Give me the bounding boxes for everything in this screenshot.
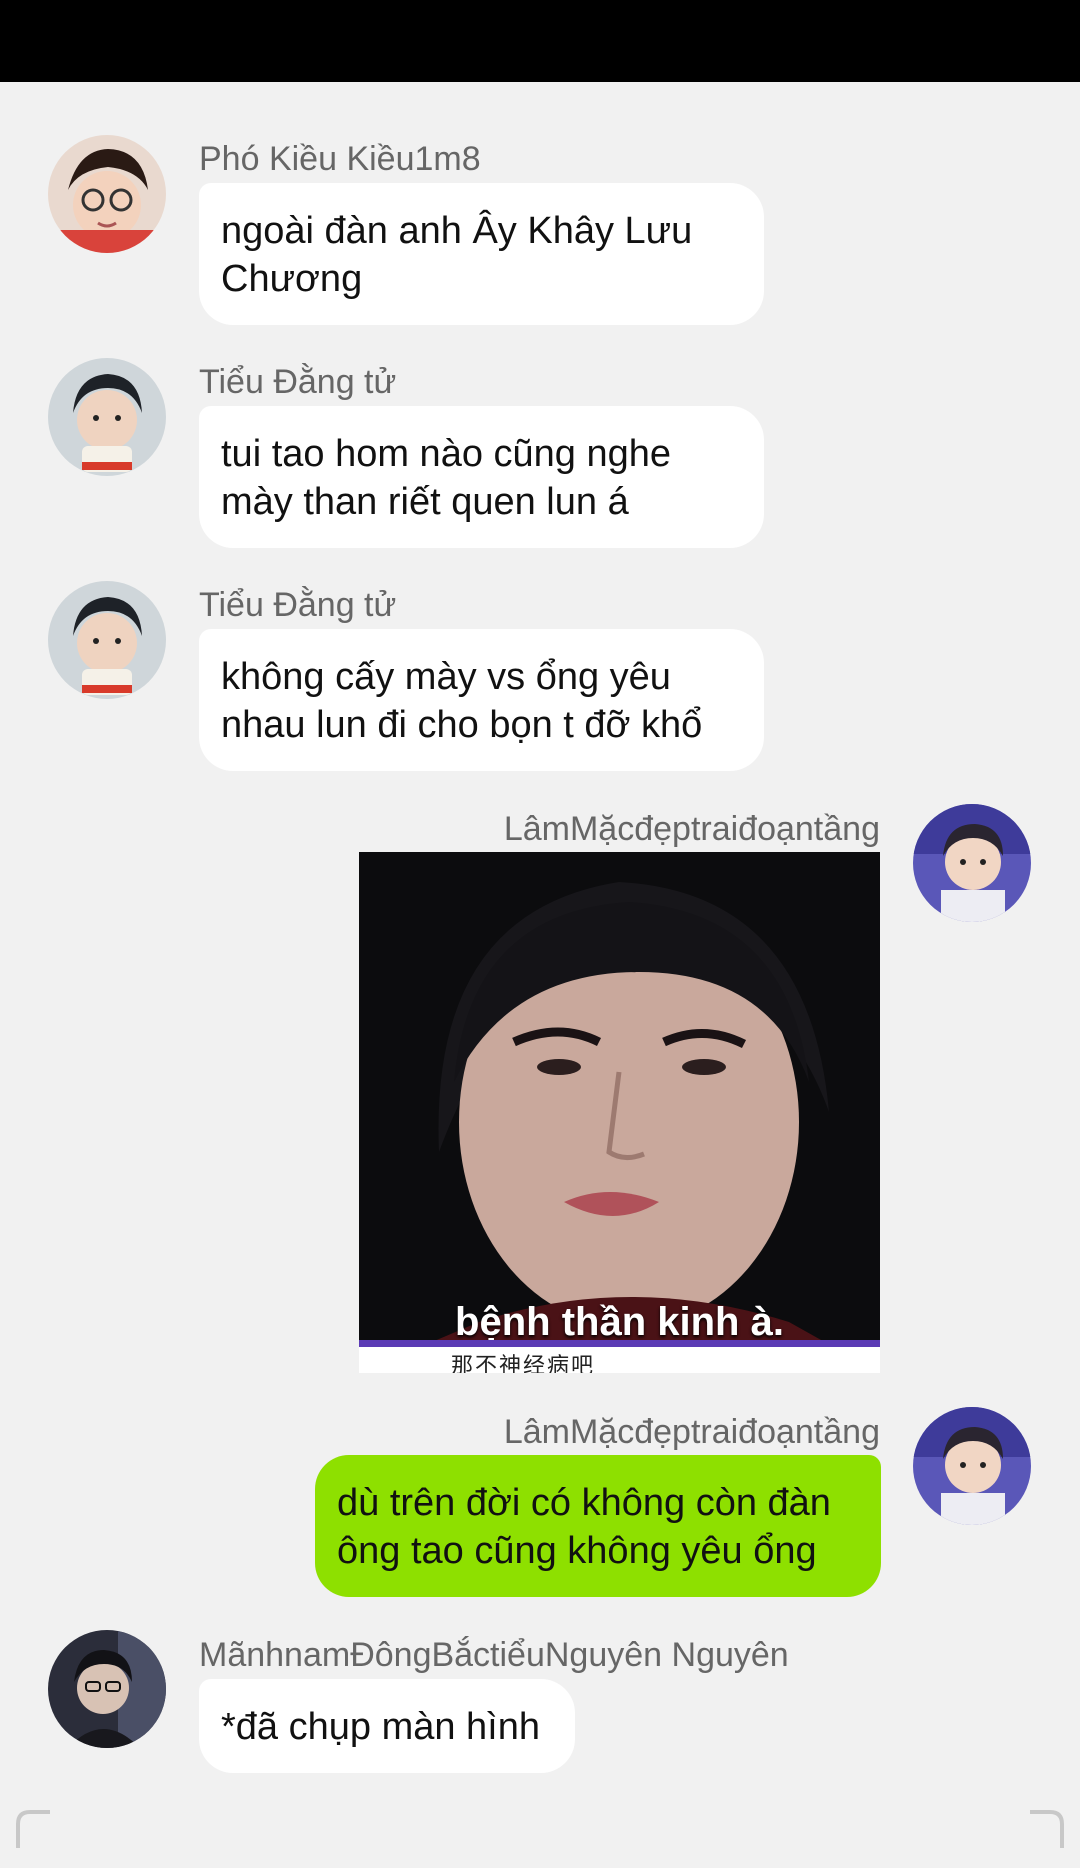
avatar[interactable] xyxy=(48,1630,166,1748)
image-caption: bệnh thần kinh à. xyxy=(455,1300,784,1344)
image-message[interactable]: bệnh thần kinh à. 那不神经病吧 xyxy=(359,852,880,1373)
image-caption-cn: 那不神经病吧 xyxy=(451,1353,596,1373)
sender-name: LâmMặcđẹptraiđoạntầng xyxy=(503,810,880,848)
avatar-boy-cup-icon xyxy=(48,581,166,699)
message-bubble-outgoing[interactable]: dù trên đời có không còn đàn ông tao cũn… xyxy=(315,1455,881,1597)
sender-name: Tiểu Đằng tử xyxy=(199,363,397,401)
corner-bracket-icon xyxy=(16,1810,50,1848)
sender-name: MãnhnamĐôngBắctiểuNguyên Nguyên xyxy=(199,1636,789,1674)
meme-photo-icon xyxy=(359,852,880,1373)
message-bubble[interactable]: ngoài đàn anh Ây Khây Lưu Chương xyxy=(199,183,764,325)
caption-bar xyxy=(359,1347,880,1373)
avatar[interactable] xyxy=(913,804,1031,922)
avatar[interactable] xyxy=(48,581,166,699)
avatar[interactable] xyxy=(913,1407,1031,1525)
sender-name: Phó Kiều Kiều1m8 xyxy=(199,140,481,178)
avatar-boy-dark-icon xyxy=(48,1630,166,1748)
avatar[interactable] xyxy=(48,358,166,476)
avatar-boy-purple-icon xyxy=(913,804,1031,922)
avatar-glasses-boy-icon xyxy=(48,135,166,253)
sender-name: Tiểu Đằng tử xyxy=(199,586,397,624)
corner-bracket-icon xyxy=(1030,1810,1064,1848)
message-bubble[interactable]: tui tao hom nào cũng nghe mày than riết … xyxy=(199,406,764,548)
status-bar xyxy=(0,0,1080,82)
message-bubble[interactable]: không cấy mày vs ổng yêu nhau lun đi cho… xyxy=(199,629,764,771)
avatar-boy-cup-icon xyxy=(48,358,166,476)
avatar-boy-purple-icon xyxy=(913,1407,1031,1525)
sender-name: LâmMặcđẹptraiđoạntầng xyxy=(503,1413,880,1451)
message-bubble[interactable]: *đã chụp màn hình xyxy=(199,1679,575,1773)
avatar[interactable] xyxy=(48,135,166,253)
